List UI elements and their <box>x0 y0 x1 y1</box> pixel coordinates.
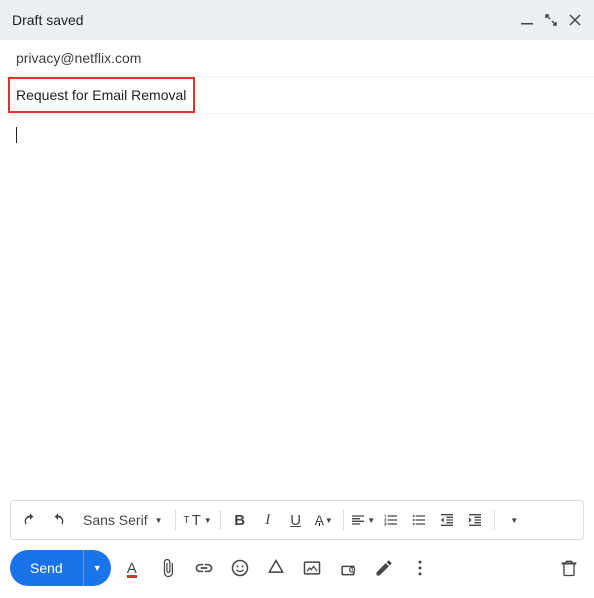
insert-photo-icon[interactable] <box>297 553 327 583</box>
size-large-icon: T <box>192 512 201 529</box>
chevron-down-icon: ▼ <box>367 516 375 525</box>
compose-body[interactable] <box>0 114 594 446</box>
bulleted-list-button[interactable] <box>406 507 432 533</box>
text-cursor <box>16 127 17 143</box>
undo-icon[interactable] <box>17 507 43 533</box>
chevron-down-icon: ▼ <box>204 516 212 525</box>
attach-file-icon[interactable] <box>153 553 183 583</box>
insert-signature-icon[interactable] <box>369 553 399 583</box>
insert-link-icon[interactable] <box>189 553 219 583</box>
insert-drive-icon[interactable] <box>261 553 291 583</box>
send-more-button[interactable]: ▼ <box>83 550 111 586</box>
toolbar-divider <box>343 510 344 530</box>
redo-icon[interactable] <box>45 507 71 533</box>
indent-more-button[interactable] <box>462 507 488 533</box>
header-title: Draft saved <box>12 12 84 28</box>
more-formatting-button[interactable]: ▼ <box>501 507 527 533</box>
toolbar-divider <box>175 510 176 530</box>
bold-button[interactable]: B <box>227 507 253 533</box>
discard-draft-icon[interactable] <box>554 553 584 583</box>
align-button[interactable]: ▼ <box>350 507 376 533</box>
font-size-group[interactable]: T T ▼ <box>182 512 214 529</box>
minimize-icon[interactable] <box>520 13 534 27</box>
font-name: Sans Serif <box>83 512 148 528</box>
more-options-icon[interactable] <box>405 553 435 583</box>
format-toolbar: Sans Serif ▼ T T ▼ B I U A ▼ ▼ ▼ <box>10 500 584 540</box>
underline-button[interactable]: U <box>283 507 309 533</box>
formatting-toggle-button[interactable]: A <box>117 553 147 583</box>
subject-text: Request for Email Removal <box>16 87 186 103</box>
text-color-button[interactable]: A ▼ <box>311 507 337 533</box>
indent-less-button[interactable] <box>434 507 460 533</box>
insert-emoji-icon[interactable] <box>225 553 255 583</box>
fullscreen-icon[interactable] <box>544 13 558 27</box>
recipient-field[interactable]: privacy@netflix.com <box>0 40 594 77</box>
chevron-down-icon: ▼ <box>510 516 518 525</box>
send-button[interactable]: Send <box>10 550 83 586</box>
header-actions <box>520 13 582 27</box>
chevron-down-icon: ▼ <box>325 516 333 525</box>
italic-button[interactable]: I <box>255 507 281 533</box>
send-button-group: Send ▼ <box>10 550 111 586</box>
numbered-list-button[interactable] <box>378 507 404 533</box>
format-a-icon: A <box>127 560 137 577</box>
confidential-mode-icon[interactable] <box>333 553 363 583</box>
chevron-down-icon: ▼ <box>155 516 163 525</box>
font-selector[interactable]: Sans Serif ▼ <box>73 512 169 528</box>
bottom-action-bar: Send ▼ A <box>10 546 584 590</box>
toolbar-divider <box>494 510 495 530</box>
size-small-icon: T <box>184 515 190 526</box>
toolbar-divider <box>220 510 221 530</box>
close-icon[interactable] <box>568 13 582 27</box>
compose-header: Draft saved <box>0 0 594 40</box>
subject-field[interactable]: Request for Email Removal <box>0 77 594 114</box>
color-a-icon: A <box>315 512 324 528</box>
